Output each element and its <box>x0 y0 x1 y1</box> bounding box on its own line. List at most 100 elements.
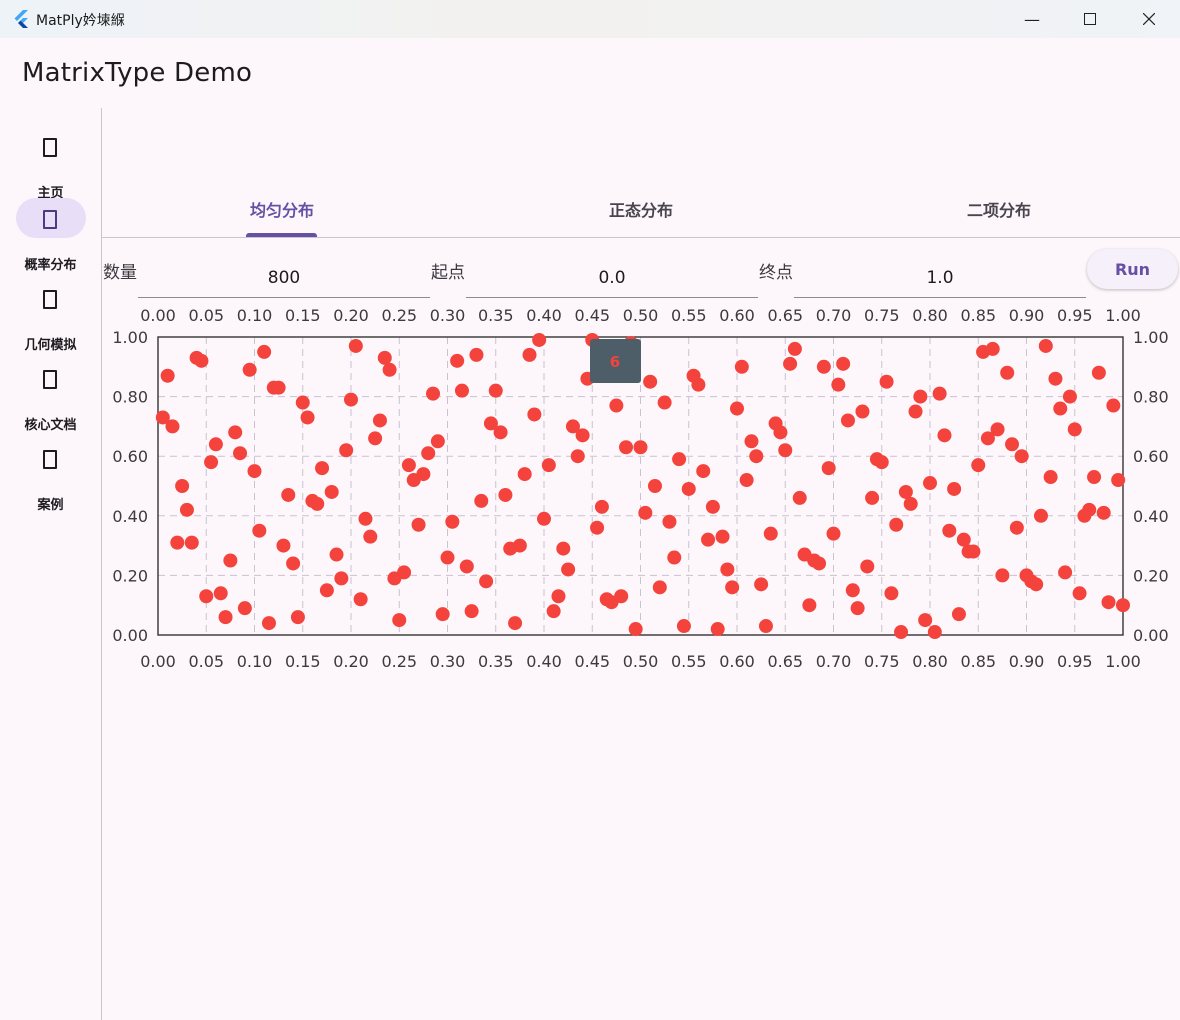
data-point <box>368 431 383 446</box>
data-point <box>1000 365 1015 380</box>
y-tick-label-right: 0.00 <box>1133 626 1169 645</box>
data-point <box>1106 398 1121 413</box>
data-point <box>1091 365 1106 380</box>
data-point <box>918 613 933 628</box>
data-point <box>450 353 465 368</box>
data-point <box>1067 422 1082 437</box>
data-point <box>344 392 358 407</box>
data-point <box>329 547 344 562</box>
data-point <box>1116 598 1130 613</box>
data-point <box>290 610 305 625</box>
x-tick-label-top: 0.95 <box>1057 306 1093 325</box>
data-point <box>594 499 609 514</box>
data-point <box>310 496 325 511</box>
data-point <box>850 601 865 616</box>
data-point <box>720 562 735 577</box>
data-point <box>734 359 749 374</box>
data-point <box>990 422 1005 437</box>
data-point <box>951 607 966 622</box>
data-point <box>1082 502 1097 517</box>
x-tick-label-top: 0.80 <box>912 306 948 325</box>
data-point <box>1014 449 1029 464</box>
data-point <box>667 550 682 565</box>
x-tick-label-bottom: 0.75 <box>864 652 900 671</box>
data-point <box>426 386 441 401</box>
data-point <box>440 550 455 565</box>
data-point <box>894 625 909 640</box>
data-point <box>1087 470 1102 485</box>
y-tick-label-left: 0.40 <box>112 507 148 526</box>
point-tooltip-text: 6 <box>610 353 620 371</box>
x-tick-label-bottom: 0.85 <box>960 652 996 671</box>
data-point <box>705 499 720 514</box>
data-point <box>527 407 542 422</box>
data-point <box>672 452 687 467</box>
data-point <box>908 404 923 419</box>
y-tick-label-left: 1.00 <box>112 328 148 347</box>
data-point <box>498 487 513 502</box>
data-point <box>1033 508 1048 523</box>
data-point <box>537 511 551 526</box>
y-tick-label-left: 0.00 <box>112 626 148 645</box>
data-point <box>903 496 918 511</box>
x-tick-label-top: 0.75 <box>864 306 900 325</box>
y-tick-label-right: 1.00 <box>1133 328 1169 347</box>
y-tick-label-left: 0.60 <box>112 447 148 466</box>
data-point <box>464 604 479 619</box>
data-point <box>334 571 349 586</box>
data-point <box>778 443 793 458</box>
data-point <box>286 556 301 571</box>
data-point <box>233 446 248 461</box>
data-point <box>792 490 807 505</box>
data-point <box>652 580 667 595</box>
data-point <box>175 479 190 493</box>
x-tick-label-top: 0.45 <box>574 306 610 325</box>
data-point <box>647 479 662 493</box>
data-point <box>411 517 426 532</box>
data-point <box>816 359 831 374</box>
x-tick-label-bottom: 0.80 <box>912 652 948 671</box>
data-point <box>522 347 537 362</box>
data-point <box>1062 389 1077 404</box>
data-point <box>1053 401 1068 416</box>
data-point <box>541 458 556 473</box>
data-point <box>826 526 841 541</box>
x-tick-label-bottom: 0.45 <box>574 652 610 671</box>
data-point <box>590 520 605 535</box>
data-point <box>845 583 860 598</box>
data-point <box>339 443 354 458</box>
data-point <box>763 526 778 541</box>
data-point <box>889 517 904 532</box>
x-tick-label-bottom: 0.05 <box>188 652 224 671</box>
data-point <box>715 529 730 544</box>
x-tick-label-bottom: 0.95 <box>1057 652 1093 671</box>
data-point <box>773 425 788 440</box>
data-point <box>508 616 523 631</box>
data-point <box>831 377 846 392</box>
data-point <box>956 532 971 547</box>
data-point <box>932 386 947 401</box>
y-tick-label-left: 0.20 <box>112 566 148 585</box>
y-tick-label-right: 0.80 <box>1133 388 1169 407</box>
data-point <box>199 589 214 604</box>
scatter-chart: 0.00 0.00 0.05 0.05 0.10 0.10 0.15 0.15 0.20 0.20… <box>112 306 1169 671</box>
x-tick-label-top: 0.60 <box>719 306 755 325</box>
data-point <box>565 419 580 434</box>
data-point <box>1038 338 1053 353</box>
x-tick-label-top: 0.65 <box>767 306 803 325</box>
data-point <box>474 493 489 508</box>
data-point <box>165 419 180 434</box>
data-point <box>783 356 798 371</box>
data-point <box>860 559 875 574</box>
data-point <box>353 592 368 607</box>
data-point <box>662 514 677 529</box>
data-point <box>628 622 643 637</box>
data-point <box>237 601 252 616</box>
data-point <box>1005 437 1020 452</box>
x-tick-label-top: 0.90 <box>1009 306 1045 325</box>
x-tick-label-bottom: 0.70 <box>816 652 852 671</box>
data-point <box>1101 595 1116 610</box>
x-tick-label-top: 0.15 <box>285 306 321 325</box>
data-point <box>754 577 769 592</box>
x-tick-label-top: 0.25 <box>381 306 417 325</box>
